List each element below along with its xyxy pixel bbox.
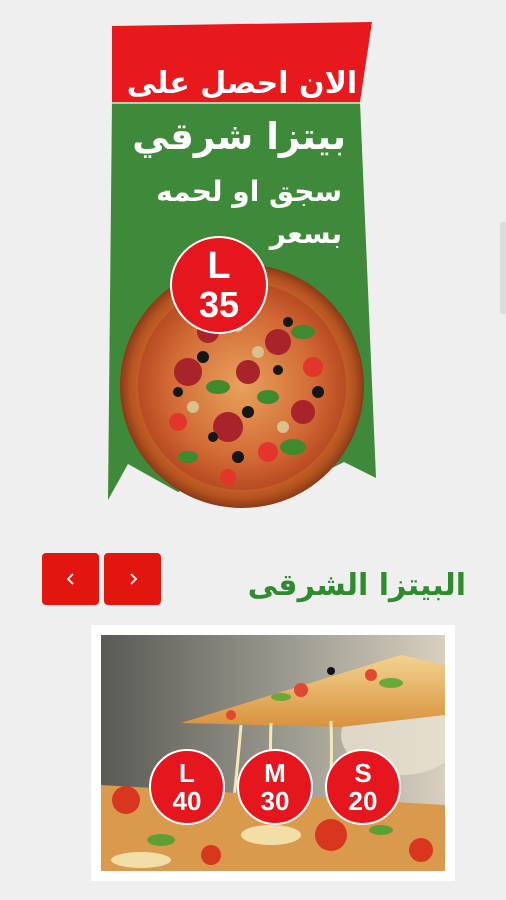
next-button[interactable] <box>104 553 161 605</box>
previous-button[interactable] <box>42 553 99 605</box>
price-label: 30 <box>260 786 290 816</box>
size-label: L <box>179 758 195 788</box>
promo-options: سجق او لحمه <box>156 175 342 208</box>
price-badge-large: L 40 <box>149 749 225 825</box>
price-badge-medium: M 30 <box>237 749 313 825</box>
price-label: 20 <box>348 786 378 816</box>
size-label: L <box>207 245 231 287</box>
scrollbar[interactable] <box>500 222 506 314</box>
price-badge-small: S 20 <box>325 749 401 825</box>
product-card[interactable]: L 40 M 30 S 20 <box>91 625 455 881</box>
chevron-left-icon <box>66 573 74 585</box>
promo-price-label: بسعر <box>269 217 342 250</box>
promo-product: بيتزا شرقي <box>132 115 346 158</box>
promo-header: الان احصل على <box>126 66 358 101</box>
size-label: S <box>354 758 372 788</box>
price-label: 35 <box>198 284 240 325</box>
promo-banner[interactable]: الان احصل على بيتزا شرقي سجق او لحمه بسع… <box>108 22 376 508</box>
size-label: M <box>264 758 286 788</box>
promo-price-badge: L 35 <box>170 236 268 334</box>
chevron-right-icon <box>129 573 137 585</box>
price-label: 40 <box>172 786 202 816</box>
product-title: البيتزا الشرقى <box>247 568 466 603</box>
